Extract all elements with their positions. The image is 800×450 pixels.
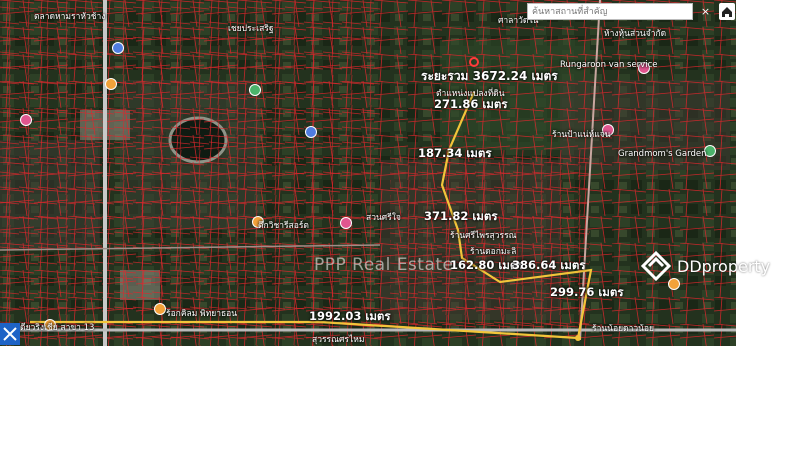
- segment-distance-label: 271.86 เมตร: [434, 97, 508, 111]
- watermark: PPP Real Estate: [314, 255, 454, 275]
- place-label: ร้อกคิลม พิทยาธอน: [166, 309, 238, 319]
- place-label: Rungaroon van service: [560, 60, 658, 70]
- brand-name: DDproperty: [677, 256, 771, 276]
- place-label: สวนศรีใจ: [366, 213, 401, 223]
- segment-distance-label: 371.82 เมตร: [424, 209, 498, 223]
- segment-distance-label: 1992.03 เมตร: [309, 309, 391, 323]
- search-input[interactable]: [527, 3, 693, 20]
- map-canvas[interactable]: [0, 0, 736, 346]
- map-pin-icon[interactable]: [340, 217, 352, 229]
- place-label: สุวรรณศรไหม: [312, 335, 365, 345]
- map-pin-icon[interactable]: [112, 42, 124, 54]
- place-label: Grandmom's Garden: [618, 149, 707, 159]
- place-label: ห้างหุ้นส่วนจำกัด: [604, 29, 667, 39]
- segment-distance-label: 187.34 เมตร: [418, 146, 492, 160]
- house-logo-icon: [641, 251, 671, 281]
- place-label: เชยประเสริฐ: [228, 24, 274, 34]
- satellite-map[interactable]: ศาลาวัดใน Rungaroon van service Grandmom…: [0, 0, 736, 346]
- map-pin-icon[interactable]: [154, 303, 166, 315]
- home-button[interactable]: [719, 3, 735, 20]
- segment-distance-label: 386.64 เมตร: [512, 258, 586, 272]
- place-label: ร้านป้าแน่ห์แจน: [552, 130, 611, 140]
- map-pin-icon[interactable]: [20, 114, 32, 126]
- segment-distance-label: 299.76 เมตร: [550, 285, 624, 299]
- total-distance-label: ระยะรวม 3672.24 เมตร: [421, 69, 558, 83]
- map-pin-icon[interactable]: [305, 126, 317, 138]
- map-pin-icon[interactable]: [105, 78, 117, 90]
- place-label: ตลาดหามราหัวช้าง: [34, 12, 106, 22]
- place-label: ร้านศรีไพรสุวรรณ: [450, 231, 517, 241]
- close-icon: ×: [700, 5, 711, 18]
- place-label: ตึกวิชารีสอร์ต: [258, 221, 309, 231]
- measure-tool-button[interactable]: [0, 323, 20, 345]
- measure-tool-icon: [3, 327, 17, 341]
- home-icon: [722, 7, 732, 17]
- brand-logo: DDproperty: [641, 251, 770, 281]
- close-button[interactable]: ×: [697, 3, 714, 20]
- place-label: ร้านน้อยดาวน้อย: [592, 324, 655, 334]
- end-marker[interactable]: [575, 335, 581, 341]
- map-pin-icon[interactable]: [249, 84, 261, 96]
- place-label: ร้านดอกมะลิ: [470, 247, 517, 257]
